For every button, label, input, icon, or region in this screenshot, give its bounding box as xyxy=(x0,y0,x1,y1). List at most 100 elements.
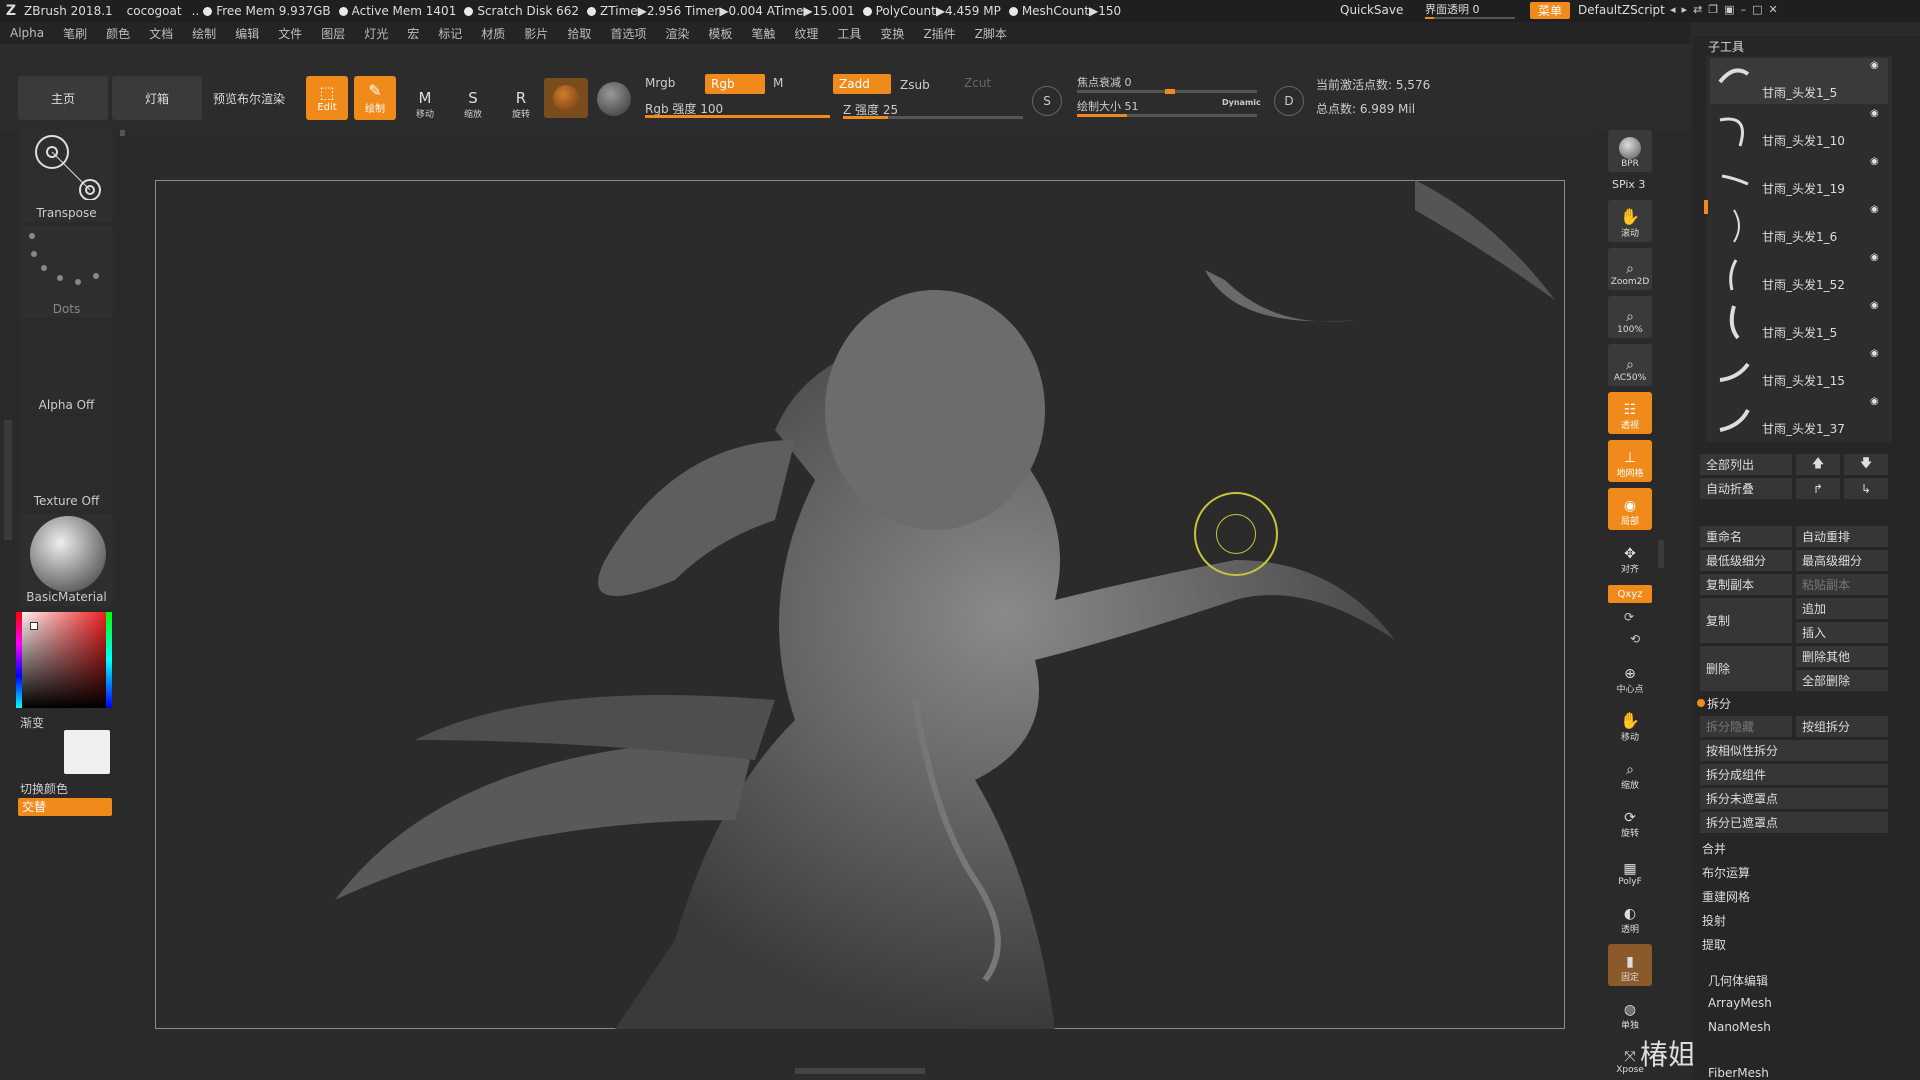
menu-item[interactable]: 材质 xyxy=(481,25,505,42)
secondary-color-swatch[interactable] xyxy=(64,730,110,774)
menu-item[interactable]: 图层 xyxy=(321,25,345,42)
auto-reorder-button[interactable]: 自动重排 xyxy=(1796,526,1888,547)
draw-size-slider[interactable] xyxy=(1077,114,1257,117)
copy-button[interactable]: 复制 xyxy=(1700,598,1792,643)
minimize-icon[interactable]: – xyxy=(1741,3,1753,16)
material-swatch-button[interactable] xyxy=(544,78,588,118)
xpose-button[interactable]: ⤧ Xpose xyxy=(1608,1036,1652,1078)
xyz-symmetry-toggle[interactable]: Qxyz xyxy=(1608,585,1652,603)
split-unmasked-button[interactable]: 拆分未遮罩点 xyxy=(1700,788,1888,809)
transparency-button[interactable]: ◐ 透明 xyxy=(1608,896,1652,938)
transpose-thumbnail[interactable]: Transpose xyxy=(20,130,113,222)
highest-subdivision-button[interactable]: 最高级细分 xyxy=(1796,550,1888,571)
zadd-toggle[interactable]: Zadd xyxy=(833,74,891,94)
duplicate-button[interactable]: 复制副本 xyxy=(1700,574,1792,595)
edit-mode-button[interactable]: ⬚ Edit xyxy=(306,76,348,120)
split-masked-button[interactable]: 拆分已遮罩点 xyxy=(1700,812,1888,833)
menu-item[interactable]: 颜色 xyxy=(106,25,130,42)
left-tray-handle[interactable] xyxy=(4,420,12,540)
arrow-down-icon[interactable]: 🡇 xyxy=(1844,454,1888,475)
close-icon[interactable]: ✕ xyxy=(1768,3,1783,16)
lowest-subdivision-button[interactable]: 最低级细分 xyxy=(1700,550,1792,571)
rotate-lock-icon[interactable]: ⟳ xyxy=(1624,610,1634,624)
subtool-item[interactable]: ◉ 甘雨_头发1_15 xyxy=(1710,346,1888,392)
menu-button[interactable]: 菜单 xyxy=(1530,2,1570,19)
bottom-tray-handle[interactable] xyxy=(795,1068,925,1074)
perspective-button[interactable]: ☷ 透视 xyxy=(1608,392,1652,434)
zoom2d-button[interactable]: ⌕ Zoom2D xyxy=(1608,248,1652,290)
delete-all-button[interactable]: 全部删除 xyxy=(1796,670,1888,691)
focal-shift-slider[interactable] xyxy=(1077,89,1257,94)
arrow-up-icon[interactable]: 🡅 xyxy=(1796,454,1840,475)
floor-grid-button[interactable]: ⊥ 地网格 xyxy=(1608,440,1652,482)
rotate-mode-button[interactable]: R 旋转 xyxy=(500,80,542,120)
texture-thumbnail[interactable]: Texture Off xyxy=(20,418,113,510)
preview-boolean-render-button[interactable]: 预览布尔渲染 xyxy=(205,76,293,120)
stroke-sphere-icon[interactable] xyxy=(597,82,631,116)
subtool-item[interactable]: ◉ 甘雨_头发1_37 xyxy=(1710,394,1888,440)
project-section-header[interactable]: 投射 xyxy=(1702,912,1726,929)
draw-mode-button[interactable]: ✎ 绘制 xyxy=(354,76,396,120)
dynamic-size-toggle[interactable]: Dynamic xyxy=(1222,98,1261,107)
alpha-thumbnail[interactable]: Alpha Off xyxy=(20,322,113,414)
menu-item[interactable]: 文件 xyxy=(278,25,302,42)
right-tray-handle[interactable] xyxy=(1658,540,1664,568)
menu-item[interactable]: Alpha xyxy=(10,26,44,40)
eye-icon[interactable]: ◉ xyxy=(1870,252,1884,263)
menu-item[interactable]: Z插件 xyxy=(923,25,955,42)
home-button[interactable]: 主页 xyxy=(18,76,108,120)
move-mode-button[interactable]: M 移动 xyxy=(404,80,446,120)
eye-icon[interactable]: ◉ xyxy=(1870,396,1884,407)
z-intensity-slider[interactable] xyxy=(843,116,1023,119)
extract-section-header[interactable]: 提取 xyxy=(1702,936,1726,953)
move-down-icon[interactable]: ↳ xyxy=(1844,478,1888,499)
fibermesh-section-header[interactable]: FiberMesh xyxy=(1708,1066,1769,1080)
frame-align-button[interactable]: ✥ 对齐 xyxy=(1608,536,1652,578)
menu-item[interactable]: 首选项 xyxy=(610,25,646,42)
split-similar-button[interactable]: 按相似性拆分 xyxy=(1700,740,1888,761)
lightbox-button[interactable]: 灯箱 xyxy=(112,76,202,120)
dynamic-brush-icon[interactable]: D xyxy=(1274,86,1304,116)
rgb-intensity-slider[interactable] xyxy=(645,115,830,118)
move-up-icon[interactable]: ↱ xyxy=(1796,478,1840,499)
delete-button[interactable]: 删除 xyxy=(1700,646,1792,691)
remesh-section-header[interactable]: 重建网格 xyxy=(1702,888,1750,905)
menu-item[interactable]: 影片 xyxy=(524,25,548,42)
menu-item[interactable]: Z脚本 xyxy=(975,25,1007,42)
spix-setting[interactable]: SPix 3 xyxy=(1612,178,1645,191)
subtool-scroll-marker[interactable] xyxy=(1704,200,1708,214)
menu-item[interactable]: 变换 xyxy=(880,25,904,42)
copy-icon[interactable]: ❐ xyxy=(1708,3,1724,16)
menu-item[interactable]: 宏 xyxy=(407,25,419,42)
subtool-item[interactable]: ◉ 甘雨_头发1_5 xyxy=(1710,58,1888,104)
lock-icon[interactable]: ▣ xyxy=(1724,3,1740,16)
eye-icon[interactable]: ◉ xyxy=(1870,156,1884,167)
layout-right-icon[interactable]: ▸ xyxy=(1682,3,1694,16)
stroke-dots-thumbnail[interactable]: Dots xyxy=(20,226,113,318)
geometry-section-header[interactable]: 几何体编辑 xyxy=(1708,972,1768,989)
scale-view-button[interactable]: ⌕ 缩放 xyxy=(1608,752,1652,794)
list-all-button[interactable]: 全部列出 xyxy=(1700,454,1792,475)
merge-section-header[interactable]: 合并 xyxy=(1702,840,1726,857)
scale-mode-button[interactable]: S 缩放 xyxy=(452,80,494,120)
menu-item[interactable]: 编辑 xyxy=(235,25,259,42)
menu-item[interactable]: 笔触 xyxy=(751,25,775,42)
menu-item[interactable]: 笔刷 xyxy=(63,25,87,42)
m-toggle[interactable]: M xyxy=(773,76,783,90)
quicksave-button[interactable]: QuickSave xyxy=(1340,3,1403,17)
ghost-button[interactable]: ▮ 固定 xyxy=(1608,944,1652,986)
split-section-header[interactable]: 拆分 xyxy=(1707,695,1731,712)
eye-icon[interactable]: ◉ xyxy=(1870,348,1884,359)
subtool-header[interactable]: 子工具 xyxy=(1708,38,1744,55)
menu-item[interactable]: 模板 xyxy=(708,25,732,42)
local-symmetry-button[interactable]: ◉ 局部 xyxy=(1608,488,1652,530)
menu-item[interactable]: 纹理 xyxy=(794,25,818,42)
maximize-icon[interactable]: □ xyxy=(1752,3,1768,16)
material-thumbnail[interactable]: BasicMaterial xyxy=(20,514,113,606)
eye-icon[interactable]: ◉ xyxy=(1870,108,1884,119)
rotate-view-button[interactable]: ⟳ 旋转 xyxy=(1608,800,1652,842)
move-view-button[interactable]: ✋ 移动 xyxy=(1608,704,1652,746)
eye-icon[interactable]: ◉ xyxy=(1870,300,1884,311)
rgb-toggle[interactable]: Rgb xyxy=(705,74,765,94)
menu-item[interactable]: 文档 xyxy=(149,25,173,42)
